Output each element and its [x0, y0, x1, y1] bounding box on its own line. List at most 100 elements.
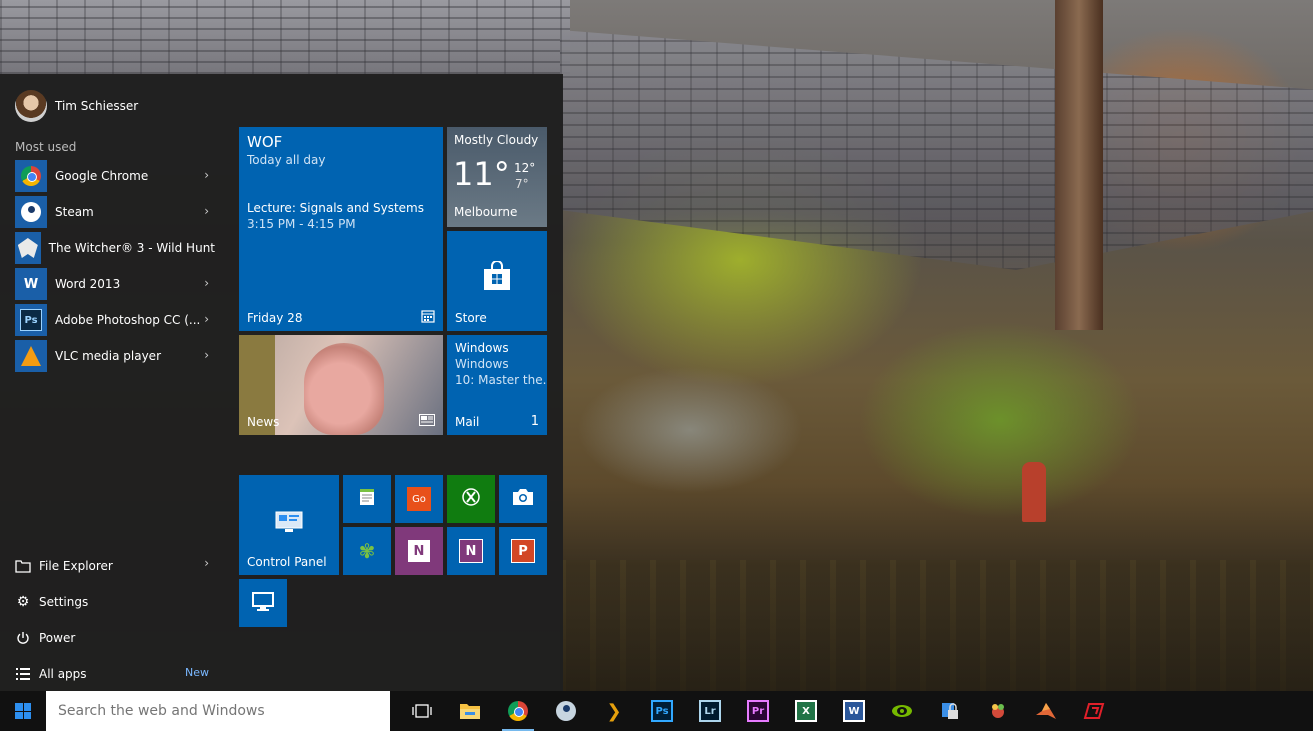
mail-line1: Windows: [455, 341, 509, 355]
monitor-icon: [252, 592, 274, 616]
start-bottom-links: File Explorer › ⚙ Settings Power All app…: [15, 548, 215, 692]
settings-label: Settings: [39, 595, 89, 609]
chevron-right-icon[interactable]: ›: [204, 276, 209, 290]
file-explorer-icon[interactable]: [446, 691, 494, 731]
vlc-icon: [15, 340, 47, 372]
stone-bridge: [560, 30, 1313, 270]
lightroom-icon[interactable]: Lr: [686, 691, 734, 731]
weather-high: 12°: [514, 161, 536, 175]
photoshop-icon: Ps: [15, 304, 47, 336]
red-app-icon[interactable]: [1070, 691, 1118, 731]
chevron-right-icon[interactable]: ›: [204, 168, 209, 182]
start-button[interactable]: [0, 691, 46, 731]
power-icon: [15, 630, 31, 646]
app-label: Google Chrome: [55, 169, 149, 183]
mail-tile[interactable]: Windows Windows 10: Master the... Mail 1: [447, 335, 547, 435]
weather-temp: 11°: [453, 155, 510, 193]
calendar-subtitle: Today all day: [247, 153, 326, 167]
onenote-tile[interactable]: N: [395, 527, 443, 575]
calendar-tile[interactable]: WOF Today all day Lecture: Signals and S…: [239, 127, 443, 331]
calendar-event: Lecture: Signals and Systems: [247, 201, 424, 215]
start-menu: Tim Schiesser Most used Google Chrome › …: [0, 74, 563, 691]
gog-icon: Go: [407, 487, 431, 511]
all-apps-link[interactable]: All apps New: [15, 656, 215, 692]
kodi-icon: ✾: [358, 539, 376, 563]
taskbar: ❯ Ps Lr Pr X W: [0, 691, 1313, 731]
task-view-icon[interactable]: [398, 691, 446, 731]
mail-line2: Windows: [455, 357, 509, 371]
app-item-vlc[interactable]: VLC media player ›: [15, 340, 215, 372]
witcher-icon: [15, 232, 41, 264]
user-account[interactable]: Tim Schiesser: [15, 90, 138, 122]
mail-count-badge: 1: [530, 414, 539, 429]
search-box[interactable]: [46, 691, 390, 731]
control-panel-label: Control Panel: [247, 555, 327, 569]
app-label: Word 2013: [55, 277, 121, 291]
camera-icon: [511, 488, 535, 510]
game-icon[interactable]: [974, 691, 1022, 731]
onenote-icon: N: [408, 540, 430, 562]
all-apps-label: All apps: [39, 667, 87, 681]
matlab-icon[interactable]: [1022, 691, 1070, 731]
store-bag-icon: [483, 260, 511, 294]
chevron-right-icon[interactable]: ›: [204, 556, 209, 570]
chevron-right-icon[interactable]: ›: [204, 204, 209, 218]
app-item-photoshop[interactable]: Ps Adobe Photoshop CC (... ›: [15, 304, 215, 336]
app-item-steam[interactable]: Steam ›: [15, 196, 215, 228]
security-icon[interactable]: [926, 691, 974, 731]
notepad-icon: [357, 487, 377, 511]
excel-icon[interactable]: X: [782, 691, 830, 731]
settings-link[interactable]: ⚙ Settings: [15, 584, 215, 620]
weather-condition: Mostly Cloudy: [454, 133, 539, 147]
mail-label: Mail: [455, 415, 480, 429]
app-label: VLC media player: [55, 349, 162, 363]
store-tile[interactable]: Store: [447, 231, 547, 331]
steam-icon[interactable]: [542, 691, 590, 731]
power-label: Power: [39, 631, 76, 645]
word-icon[interactable]: W: [830, 691, 878, 731]
taskbar-pinned-apps: ❯ Ps Lr Pr X W: [398, 691, 1118, 731]
app-label: Steam: [55, 205, 94, 219]
control-panel-tile[interactable]: Control Panel: [239, 475, 339, 575]
gog-tile[interactable]: Go: [395, 475, 443, 523]
newspaper-icon: [419, 414, 435, 429]
app-item-word[interactable]: W Word 2013 ›: [15, 268, 215, 300]
camera-tile[interactable]: [499, 475, 547, 523]
news-label: News: [247, 415, 280, 429]
list-icon: [15, 666, 31, 682]
weather-city: Melbourne: [454, 205, 518, 219]
plex-icon[interactable]: ❯: [590, 691, 638, 731]
search-input[interactable]: [56, 702, 380, 720]
folder-icon: [15, 558, 31, 574]
power-button[interactable]: Power: [15, 620, 215, 656]
chevron-right-icon[interactable]: ›: [204, 348, 209, 362]
xbox-tile[interactable]: [447, 475, 495, 523]
onenote-desktop-tile[interactable]: N: [447, 527, 495, 575]
nvidia-icon[interactable]: [878, 691, 926, 731]
stone-wall: [0, 0, 570, 74]
weather-low: 7°: [515, 177, 529, 191]
weather-tile[interactable]: Mostly Cloudy 11° 12° 7° Melbourne: [447, 127, 547, 227]
notepad-tile[interactable]: [343, 475, 391, 523]
new-badge: New: [185, 666, 209, 679]
news-tile[interactable]: News: [239, 335, 443, 435]
chrome-icon: [15, 160, 47, 192]
word-icon: W: [15, 268, 47, 300]
app-item-witcher[interactable]: The Witcher® 3 - Wild Hunt: [15, 232, 215, 264]
file-explorer-link[interactable]: File Explorer ›: [15, 548, 215, 584]
file-explorer-label: File Explorer: [39, 559, 113, 573]
premiere-icon[interactable]: Pr: [734, 691, 782, 731]
this-pc-tile[interactable]: [239, 579, 287, 627]
powerpoint-icon: P: [511, 539, 535, 563]
kodi-tile[interactable]: ✾: [343, 527, 391, 575]
chrome-icon[interactable]: [494, 691, 542, 731]
calendar-title: WOF: [247, 133, 283, 151]
photoshop-icon[interactable]: Ps: [638, 691, 686, 731]
chevron-right-icon[interactable]: ›: [204, 312, 209, 326]
gear-icon: ⚙: [16, 594, 30, 610]
news-photo: [304, 343, 384, 435]
app-item-chrome[interactable]: Google Chrome ›: [15, 160, 215, 192]
mail-line3: 10: Master the...: [455, 373, 547, 387]
powerpoint-tile[interactable]: P: [499, 527, 547, 575]
store-label: Store: [455, 311, 487, 325]
